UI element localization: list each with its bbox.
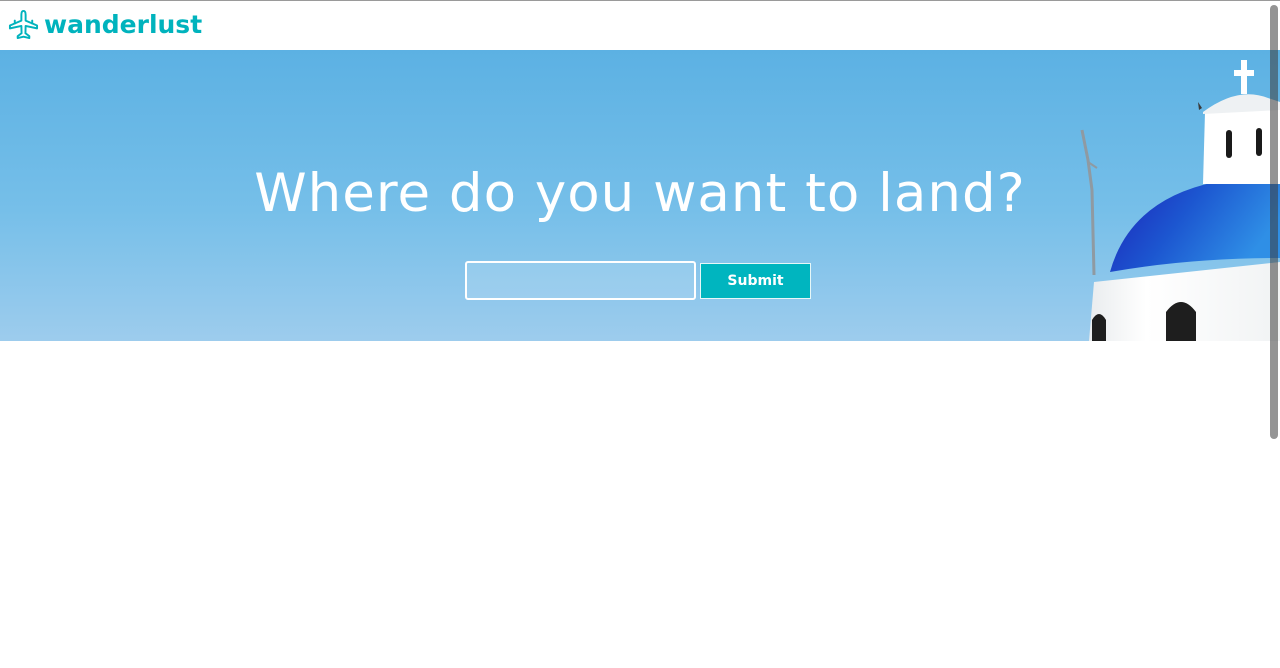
airplane-icon [8, 9, 39, 40]
page-content [0, 341, 1280, 668]
brand-name: wanderlust [44, 10, 203, 39]
destination-input[interactable] [465, 261, 696, 300]
destination-search-form: Submit [465, 261, 811, 300]
hero-banner: Where do you want to land? Submit [0, 50, 1280, 341]
site-header: wanderlust [0, 1, 1280, 50]
submit-button[interactable]: Submit [700, 262, 811, 299]
vertical-scrollbar[interactable] [1270, 5, 1278, 439]
browser-window: wanderlust Where do you want to land? Su… [0, 0, 1280, 668]
hero-title: Where do you want to land? [254, 163, 1026, 224]
brand-logo[interactable]: wanderlust [8, 9, 202, 40]
